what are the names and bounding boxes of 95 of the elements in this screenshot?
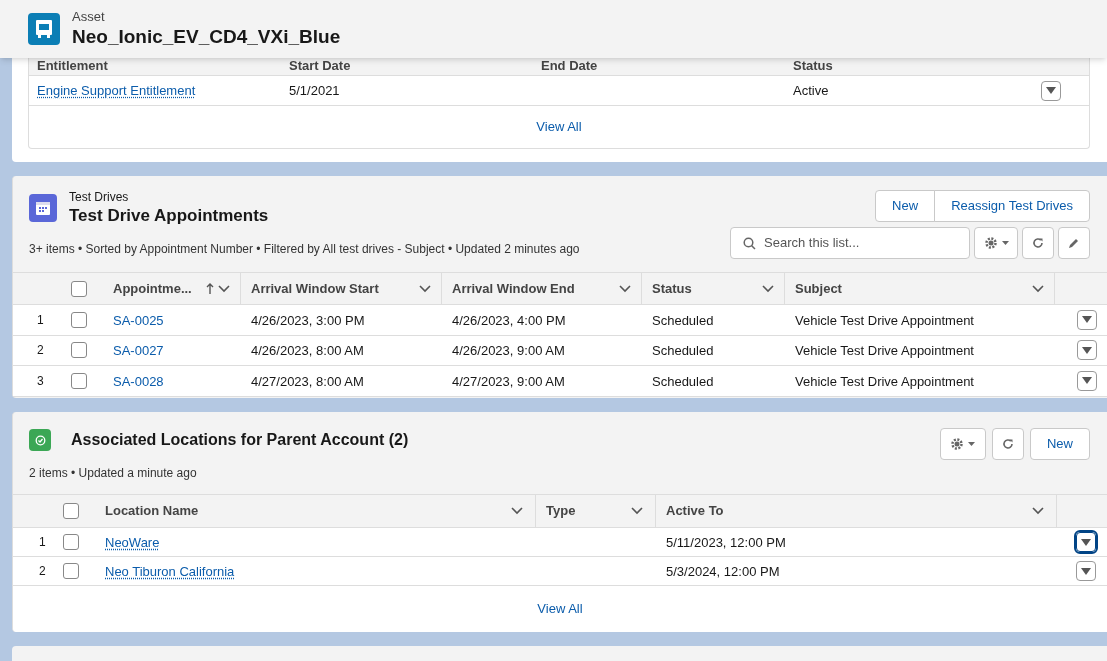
table-cell: Scheduled	[652, 312, 714, 328]
checkbox[interactable]	[71, 342, 87, 359]
table-cell: 5/3/2024, 12:00 PM	[666, 564, 780, 579]
calendar-icon	[29, 194, 57, 223]
column-header[interactable]: Arrival Window End	[452, 278, 575, 299]
table-cell: Vehicle Test Drive Appointment	[795, 343, 974, 359]
entitlement-link[interactable]: Engine Support Entitlement	[37, 80, 289, 101]
caret-down-icon	[1046, 87, 1056, 94]
chevron-down-icon[interactable]	[1032, 507, 1044, 515]
column-header[interactable]: Active To	[666, 501, 724, 521]
table-cell: Scheduled	[652, 343, 714, 359]
caret-down-icon	[1082, 346, 1092, 354]
column-header[interactable]: Status	[652, 278, 692, 299]
record-title: Neo_Ionic_EV_CD4_VXi_Blue	[72, 25, 341, 49]
location-link[interactable]: NeoWare	[105, 535, 160, 550]
list-title: Test Drive Appointments	[69, 205, 269, 227]
asset-icon	[28, 13, 60, 45]
column-header[interactable]: Location Name	[105, 501, 199, 521]
caret-down-icon	[968, 442, 976, 446]
table-cell: Vehicle Test Drive Appointment	[795, 312, 974, 328]
column-header: End Date	[541, 59, 599, 72]
row-actions-button[interactable]	[1077, 340, 1097, 361]
checkbox[interactable]	[63, 563, 79, 579]
row-actions-button[interactable]	[1076, 561, 1096, 581]
column-header: Status	[793, 59, 834, 72]
appointment-link[interactable]: SA-0027	[113, 343, 164, 359]
table-cell: 4/27/2023, 9:00 AM	[452, 373, 565, 389]
checkbox[interactable]	[71, 311, 87, 328]
table-cell: 4/27/2023, 8:00 AM	[251, 373, 364, 389]
action-button[interactable]: New	[875, 190, 936, 222]
row-number: 2	[36, 342, 45, 360]
settings-button[interactable]	[974, 227, 1018, 259]
column-header: Start Date	[289, 59, 352, 72]
caret-down-icon	[1082, 316, 1092, 324]
caret-down-icon	[1081, 567, 1091, 575]
view-all-link[interactable]: View All	[537, 599, 583, 619]
row-number: 1	[38, 534, 47, 551]
list-meta-text: 2 items • Updated a minute ago	[29, 465, 198, 482]
search-field[interactable]: Search this list...	[730, 227, 970, 259]
refresh-icon	[1001, 437, 1015, 451]
checkbox[interactable]	[71, 372, 87, 389]
action-button[interactable]: Reassign Test Drives	[934, 190, 1090, 222]
table-cell: Scheduled	[652, 373, 714, 389]
table-cell: 5/11/2023, 12:00 PM	[666, 535, 786, 550]
settings-icon	[950, 437, 965, 451]
object-type-label: Asset	[72, 9, 106, 26]
table-cell: Vehicle Test Drive Appointment	[795, 373, 974, 389]
caret-down-icon	[1081, 538, 1091, 546]
row-actions-button[interactable]	[1077, 370, 1097, 391]
caret-down-icon	[1082, 377, 1092, 385]
table-cell: 4/26/2023, 4:00 PM	[452, 312, 566, 328]
row-actions-button[interactable]	[1041, 80, 1061, 101]
column-header: Entitlement	[37, 59, 109, 72]
chevron-down-icon[interactable]	[419, 284, 431, 293]
object-type-label: Test Drives	[69, 190, 130, 205]
search-icon	[743, 236, 756, 250]
settings-button[interactable]	[940, 428, 986, 460]
column-header[interactable]: Subject	[795, 278, 842, 299]
column-header[interactable]: Type	[546, 501, 576, 521]
row-actions-button[interactable]	[1077, 309, 1097, 330]
action-button[interactable]: New	[1030, 428, 1090, 460]
row-actions-button[interactable]	[1076, 532, 1096, 552]
settings-icon	[983, 236, 998, 250]
refresh-button[interactable]	[992, 428, 1024, 460]
appointment-link[interactable]: SA-0025	[113, 312, 164, 328]
column-header[interactable]: Appointme...	[113, 278, 192, 299]
location-link[interactable]: Neo Tiburon California	[105, 564, 235, 579]
checkbox[interactable]	[71, 280, 87, 297]
chevron-down-icon[interactable]	[511, 507, 523, 515]
sort-arrow-icon	[206, 283, 214, 294]
column-header[interactable]: Arrival Window Start	[251, 278, 379, 299]
chevron-down-icon[interactable]	[1032, 284, 1044, 293]
caret-down-icon	[1001, 241, 1009, 245]
table-cell: 4/26/2023, 8:00 AM	[251, 343, 364, 359]
row-number: 3	[36, 372, 45, 390]
chevron-down-icon[interactable]	[631, 507, 643, 515]
chevron-down-icon[interactable]	[218, 284, 230, 293]
table-cell: 4/26/2023, 3:00 PM	[251, 312, 365, 328]
table-cell: 4/26/2023, 9:00 AM	[452, 343, 565, 359]
table-cell-text: 5/1/2021	[289, 81, 341, 100]
list-title: Associated Locations for Parent Account (2)	[71, 430, 409, 450]
table-cell-text: Active	[793, 81, 830, 100]
row-number: 2	[38, 563, 47, 580]
row-number: 1	[36, 311, 45, 329]
chevron-down-icon[interactable]	[762, 284, 774, 293]
view-all-link[interactable]: View All	[536, 117, 582, 137]
search-input[interactable]: Search this list...	[764, 233, 957, 253]
list-meta-text: 3+ items • Sorted by Appointment Number • Filtered by All test drives - Subject • Updated 2 minutes ago	[29, 241, 580, 259]
checkbox[interactable]	[63, 534, 79, 550]
refresh-icon	[1031, 236, 1045, 250]
refresh-button[interactable]	[1022, 227, 1054, 259]
pencil-icon	[1067, 236, 1081, 250]
checkbox[interactable]	[63, 503, 79, 519]
appointment-link[interactable]: SA-0028	[113, 373, 164, 389]
chevron-down-icon[interactable]	[619, 284, 631, 293]
